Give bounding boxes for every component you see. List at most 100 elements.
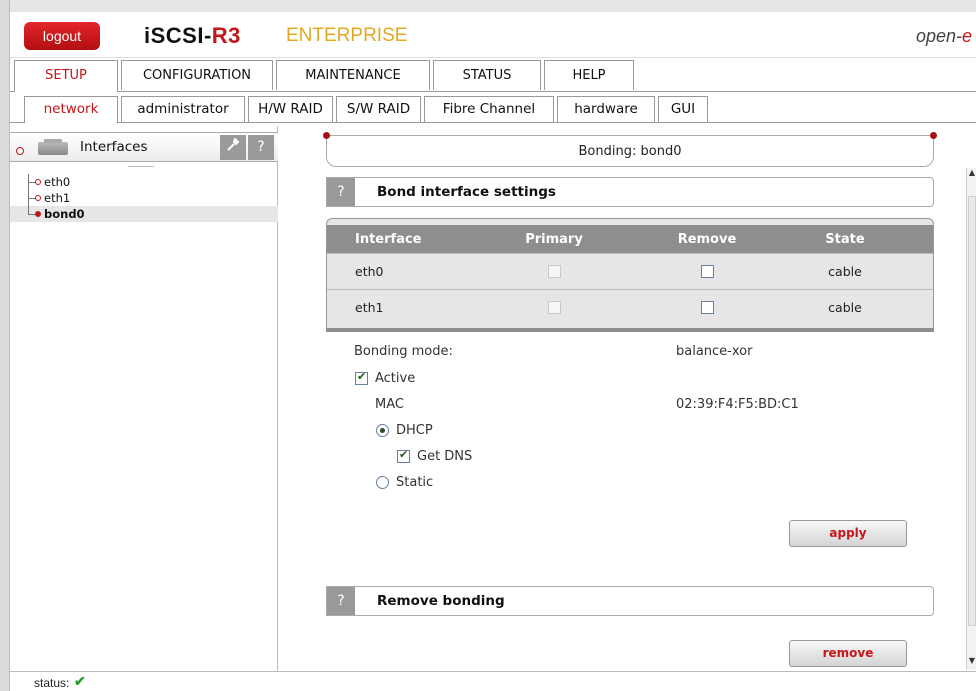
panel-resize-grip[interactable] [128,162,154,167]
tree-node-icon [35,195,41,201]
active-label: Active [375,371,416,386]
left-panel: Interfaces ? eth0 eth1 bond0 [10,126,278,671]
interface-state: cable [828,300,862,315]
tree-branch-line [28,206,29,214]
column-header-remove: Remove [677,231,737,247]
main-tabs: SETUP CONFIGURATION MAINTENANCE STATUS H… [14,60,637,92]
bonding-mode-value-text: balance-xor [676,344,753,359]
interface-tree: eth0 eth1 bond0 [10,174,278,222]
vendor-logo: open-e [916,26,972,47]
tab-help[interactable]: HELP [544,60,634,90]
bonding-mode-label-text: Bonding mode: [354,344,453,359]
status-bar: status: ✔ [10,671,976,691]
tree-item-eth0[interactable]: eth0 [10,174,278,190]
product-name: iSCSI- [144,23,212,48]
mac-label: MAC [375,397,404,412]
mac-label-text: MAC [375,397,404,412]
active-checkbox[interactable] [355,370,368,385]
subtab-gui[interactable]: GUI [658,96,708,122]
logout-button[interactable]: logout [24,22,100,50]
column-header-interface: Interface [355,231,422,247]
sub-tabs-divider [10,122,976,123]
primary-cell [527,254,581,289]
remove-bonding-header: ? Remove bonding [326,586,934,616]
tree-item-eth1[interactable]: eth1 [10,190,278,206]
primary-checkbox [547,301,561,314]
static-radio[interactable] [376,476,389,489]
wrench-icon[interactable] [220,135,246,160]
subtab-sw-raid[interactable]: S/W RAID [336,96,421,122]
tab-setup[interactable]: SETUP [14,60,118,92]
remove-bonding-help-button[interactable]: ? [327,587,355,615]
subtab-fibre-channel[interactable]: Fibre Channel [424,96,554,122]
get-dns-checkbox[interactable] [397,448,410,463]
check-icon: ✔ [74,673,86,689]
product-version: R3 [211,23,241,48]
tree-item-label: bond0 [44,207,85,221]
column-header-primary: Primary [525,231,583,247]
title-pin-icon [323,132,330,139]
interface-name: eth1 [355,300,384,315]
tab-maintenance[interactable]: MAINTENANCE [276,60,430,90]
edition-label: ENTERPRISE [286,25,408,46]
network-device-icon [38,139,68,155]
static-label: Static [396,475,434,490]
mac-value: 02:39:F4:F5:BD:C1 [676,397,799,412]
dhcp-option: DHCP [376,423,433,438]
subtab-network[interactable]: network [24,96,118,123]
content-scrollbar[interactable]: ▲ ▼ [966,168,976,670]
remove-cell [667,290,747,325]
get-dns-label: Get DNS [417,449,473,464]
remove-checkbox[interactable] [700,265,714,278]
static-option: Static [376,475,433,490]
dhcp-radio[interactable] [376,424,389,437]
sub-tabs: network administrator H/W RAID S/W RAID … [24,96,711,123]
remove-checkbox[interactable] [700,301,714,314]
get-dns-option: Get DNS [397,448,473,464]
window-top-frame [0,0,976,12]
window-left-frame [0,0,10,691]
scroll-down-icon[interactable]: ▼ [967,656,976,670]
interfaces-panel-header: Interfaces ? [10,132,278,162]
apply-button[interactable]: apply [789,520,907,547]
title-pin-icon [930,132,937,139]
interface-state: cable [828,264,862,279]
primary-checkbox [547,265,561,278]
bonding-mode-value: balance-xor [676,344,752,359]
app-header: logout iSCSI-R3 ENTERPRISE open-e [10,12,976,58]
remove-cell [667,254,747,289]
vendor-name-prefix: open- [915,26,962,46]
bonding-mode-label: Bonding mode: [354,344,453,359]
column-header-state: State [825,231,865,247]
tree-item-bond0[interactable]: bond0 [10,206,278,222]
interfaces-panel-title: Interfaces [80,139,148,155]
table-row: eth1 cable [327,289,933,325]
table-row: eth0 cable [327,253,933,289]
page-title-text: Bonding: bond0 [578,144,682,159]
dhcp-label: DHCP [396,423,433,438]
tab-configuration[interactable]: CONFIGURATION [121,60,273,90]
remove-bonding-title: Remove bonding [377,593,505,609]
active-option: Active [355,370,416,386]
tab-status[interactable]: STATUS [433,60,541,90]
subtab-hw-raid[interactable]: H/W RAID [248,96,333,122]
bond-settings-help-button[interactable]: ? [327,178,355,206]
tree-node-icon [35,179,41,185]
page-title: Bonding: bond0 [323,132,937,167]
subtab-administrator[interactable]: administrator [121,96,245,122]
subtab-hardware[interactable]: hardware [557,96,655,122]
wrench-glyph [227,137,240,151]
scroll-up-icon[interactable]: ▲ [967,168,976,182]
status-label: status: [34,676,70,690]
primary-cell [527,290,581,325]
tree-node-icon [35,211,41,217]
table-header-row: Interface Primary Remove State [327,225,933,253]
tree-item-label: eth0 [44,175,71,189]
table-bottom-border [326,328,934,332]
remove-button[interactable]: remove [789,640,907,667]
interfaces-help-button[interactable]: ? [248,135,274,160]
bond-interfaces-table: Interface Primary Remove State eth0 cabl… [326,218,934,332]
bond-settings-header: ? Bond interface settings [326,177,934,207]
scroll-thumb[interactable] [968,196,976,626]
interface-name: eth0 [355,264,384,279]
